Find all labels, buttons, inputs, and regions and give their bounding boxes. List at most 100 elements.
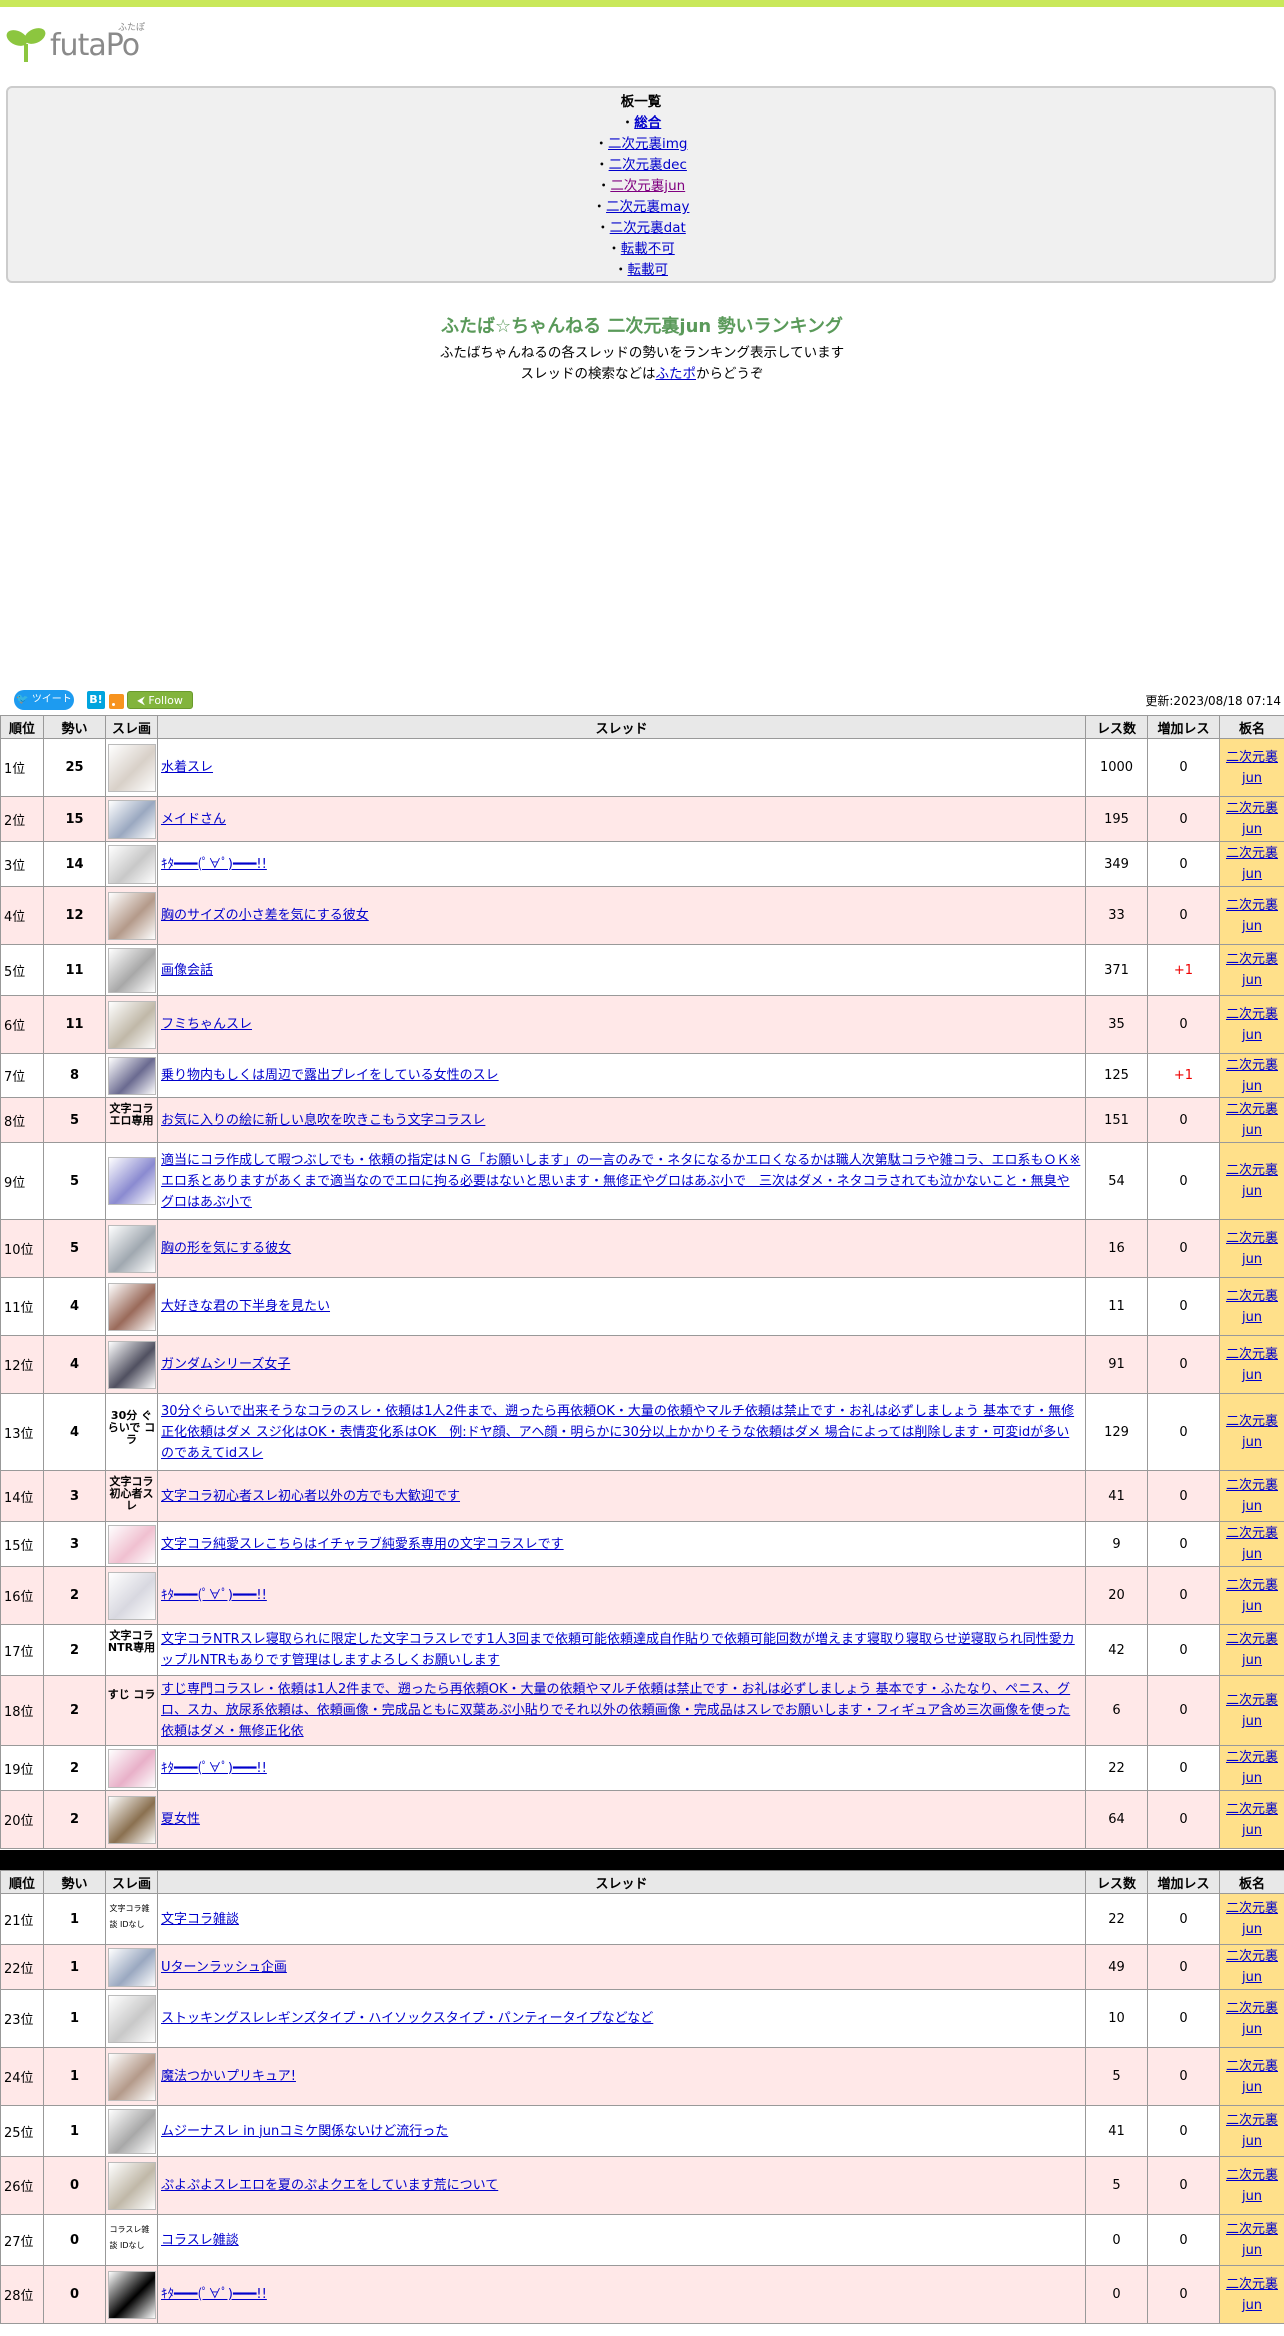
thread-thumbnail[interactable] xyxy=(107,947,156,993)
thread-link[interactable]: 大好きな君の下半身を見たい xyxy=(161,1299,330,1314)
board-link[interactable]: 二次元裏dat xyxy=(610,220,686,236)
thread-link[interactable]: ストッキングスレレギンズタイプ・ハイソックスタイプ・パンティータイプなどなど xyxy=(161,2011,653,2026)
thread-thumbnail[interactable] xyxy=(107,1795,156,1844)
thread-thumbnail[interactable] xyxy=(107,844,156,884)
thread-link[interactable]: Uターンラッシュ企画 xyxy=(161,1960,287,1975)
board-name-link[interactable]: 二次元裏 jun xyxy=(1226,2059,1278,2095)
thread-thumbnail[interactable] xyxy=(107,1282,156,1331)
thread-thumbnail[interactable] xyxy=(107,743,156,792)
thread-thumbnail[interactable] xyxy=(107,1224,156,1273)
thread-thumbnail[interactable] xyxy=(107,799,156,839)
thread-link[interactable]: ガンダムシリーズ女子 xyxy=(161,1357,290,1372)
rss-icon[interactable] xyxy=(109,694,124,709)
thread-thumbnail[interactable] xyxy=(107,1157,156,1205)
board-name-link[interactable]: 二次元裏 jun xyxy=(1226,952,1278,988)
thread-thumbnail[interactable]: 文字コラ NTR専用 xyxy=(108,1628,156,1673)
thread-link[interactable]: 水着スレ xyxy=(161,760,213,775)
thread-thumbnail[interactable] xyxy=(107,2052,156,2101)
tweet-button[interactable]: 🐦 ツイート xyxy=(14,690,74,710)
board-name-link[interactable]: 二次元裏 jun xyxy=(1226,2168,1278,2204)
thread-link[interactable]: 夏女性 xyxy=(161,1812,200,1827)
thread-link[interactable]: コラスレ雑談 xyxy=(161,2233,239,2248)
board-name-link[interactable]: 二次元裏 jun xyxy=(1226,2113,1278,2149)
board-name-link[interactable]: 二次元裏 jun xyxy=(1226,1102,1278,1138)
board-link[interactable]: 二次元裏img xyxy=(608,136,687,152)
board-name-link[interactable]: 二次元裏 jun xyxy=(1226,1347,1278,1383)
thread-thumbnail[interactable]: 文字コラ雑談 IDなし xyxy=(108,1897,156,1942)
thread-thumbnail[interactable]: 文字コラ エロ専用 xyxy=(108,1101,156,1140)
board-link[interactable]: 二次元裏may xyxy=(606,199,689,215)
board-name-link[interactable]: 二次元裏 jun xyxy=(1226,846,1278,882)
thread-link[interactable]: 文字コラNTRスレ寝取られに限定した文字コラスレです1人3回まで依頼可能依頼達成… xyxy=(161,1632,1075,1668)
thread-thumbnail[interactable] xyxy=(107,1524,156,1564)
board-link[interactable]: 二次元裏jun xyxy=(610,178,685,194)
thread-link[interactable]: 画像会話 xyxy=(161,963,213,978)
thread-link[interactable]: 胸の形を気にする彼女 xyxy=(161,1241,291,1256)
board-name-link[interactable]: 二次元裏 jun xyxy=(1226,2277,1278,2313)
board-list-item: ・転載不可 xyxy=(8,239,1274,260)
board-name-link[interactable]: 二次元裏 jun xyxy=(1226,1163,1278,1199)
thread-link[interactable]: ぷよぷよスレエロを夏のぷよクエをしています荒について xyxy=(161,2178,498,2193)
thread-link[interactable]: ｷﾀ━━━(ﾟ∀ﾟ)━━━!! xyxy=(161,857,267,872)
board-name-link[interactable]: 二次元裏 jun xyxy=(1226,2222,1278,2258)
thread-link[interactable]: ｷﾀ━━━(ﾟ∀ﾟ)━━━!! xyxy=(161,2287,267,2302)
thread-thumbnail[interactable] xyxy=(107,1748,156,1788)
thread-link[interactable]: ｷﾀ━━━(ﾟ∀ﾟ)━━━!! xyxy=(161,1588,267,1603)
feedly-follow-button[interactable]: ⮜ Follow xyxy=(127,691,193,709)
thread-link[interactable]: すじ専門コラスレ・依頼は1人2件まで、遡ったら再依頼OK・大量の依頼やマルチ依頼… xyxy=(161,1682,1070,1739)
thread-link[interactable]: フミちゃんスレ xyxy=(161,1017,252,1032)
thread-thumbnail[interactable] xyxy=(107,2108,156,2154)
thread-thumbnail[interactable] xyxy=(107,2161,156,2210)
board-name-link[interactable]: 二次元裏 jun xyxy=(1226,1478,1278,1514)
board-name-link[interactable]: 二次元裏 jun xyxy=(1226,1526,1278,1562)
board-name-link[interactable]: 二次元裏 jun xyxy=(1226,1231,1278,1267)
board-name-link[interactable]: 二次元裏 jun xyxy=(1226,1693,1278,1729)
thread-link[interactable]: メイドさん xyxy=(161,812,226,827)
board-link[interactable]: 転載不可 xyxy=(621,241,675,257)
board-name-link[interactable]: 二次元裏 jun xyxy=(1226,1949,1278,1985)
site-logo[interactable]: futaPo ふたぽ xyxy=(6,20,156,66)
thread-thumbnail[interactable] xyxy=(107,1947,156,1987)
thread-thumbnail[interactable]: 文字コラ 初心者スレ xyxy=(108,1474,156,1519)
board-name-link[interactable]: 二次元裏 jun xyxy=(1226,750,1278,786)
thread-thumbnail[interactable]: コラスレ雑談 IDなし xyxy=(108,2218,156,2263)
thread-thumbnail[interactable] xyxy=(107,1571,156,1620)
thread-thumbnail[interactable] xyxy=(107,1056,156,1095)
thread-link[interactable]: 乗り物内もしくは周辺で露出プレイをしている女性のスレ xyxy=(161,1068,499,1083)
board-name-link[interactable]: 二次元裏 jun xyxy=(1226,898,1278,934)
board-link[interactable]: 二次元裏dec xyxy=(609,157,687,173)
board-name-link[interactable]: 二次元裏 jun xyxy=(1226,1289,1278,1325)
board-name-link[interactable]: 二次元裏 jun xyxy=(1226,1802,1278,1838)
board-name-link[interactable]: 二次元裏 jun xyxy=(1226,1058,1278,1094)
board-name-link[interactable]: 二次元裏 jun xyxy=(1226,1750,1278,1786)
board-name-link[interactable]: 二次元裏 jun xyxy=(1226,1632,1278,1668)
futapo-link[interactable]: ふたポ xyxy=(656,366,697,382)
board-link[interactable]: 総合 xyxy=(634,115,661,131)
board-name-link[interactable]: 二次元裏 jun xyxy=(1226,2001,1278,2037)
thread-link[interactable]: 文字コラ雑談 xyxy=(161,1912,239,1927)
thread-link[interactable]: 文字コラ純愛スレこちらはイチャラブ純愛系専用の文字コラスレです xyxy=(161,1537,564,1552)
thread-thumbnail[interactable] xyxy=(107,1994,156,2043)
thread-link[interactable]: 適当にコラ作成して暇つぶしでも・依頼の指定はＮＧ「お願いします」の一言のみで・ネ… xyxy=(161,1153,1080,1210)
board-name-link[interactable]: 二次元裏 jun xyxy=(1226,1007,1278,1043)
thread-link[interactable]: 文字コラ初心者スレ初心者以外の方でも大歓迎です xyxy=(161,1489,460,1504)
board-name-link[interactable]: 二次元裏 jun xyxy=(1226,1578,1278,1614)
thread-link[interactable]: 魔法つかいプリキュア! xyxy=(161,2069,296,2084)
thread-link[interactable]: ｷﾀ━━━(ﾟ∀ﾟ)━━━!! xyxy=(161,1761,267,1776)
thread-link[interactable]: 胸のサイズの小さ差を気にする彼女 xyxy=(161,908,369,923)
thread-thumbnail[interactable]: 30分 ぐらいで コラ xyxy=(108,1408,156,1456)
thread-link[interactable]: 30分ぐらいで出来そうなコラのスレ・依頼は1人2件まで、遡ったら再依頼OK・大量… xyxy=(161,1404,1074,1461)
thread-thumbnail[interactable] xyxy=(107,1000,156,1049)
hatena-bookmark-button[interactable]: B! xyxy=(87,691,105,709)
board-name-link[interactable]: 二次元裏 jun xyxy=(1226,1414,1278,1450)
board-name-link[interactable]: 二次元裏 jun xyxy=(1226,801,1278,837)
thread-thumbnail[interactable] xyxy=(107,1340,156,1389)
board-link[interactable]: 転載可 xyxy=(628,262,669,278)
thread-link[interactable]: お気に入りの絵に新しい息吹を吹きこもう文字コラスレ xyxy=(161,1113,485,1128)
board-name-link[interactable]: 二次元裏 jun xyxy=(1226,1901,1278,1937)
thread-thumbnail[interactable]: すじ コラ xyxy=(108,1687,156,1735)
thread-link[interactable]: ムジーナスレ in junコミケ関係ないけど流行った xyxy=(161,2124,448,2139)
thread-thumbnail[interactable] xyxy=(107,891,156,940)
thread-thumbnail[interactable] xyxy=(107,2270,156,2319)
ranking-table-top: 順位 勢い スレ画 スレッド レス数 増加レス 板名 1位 25 水着スレ 1000 0 二次元裏 ju… xyxy=(0,715,1284,1849)
